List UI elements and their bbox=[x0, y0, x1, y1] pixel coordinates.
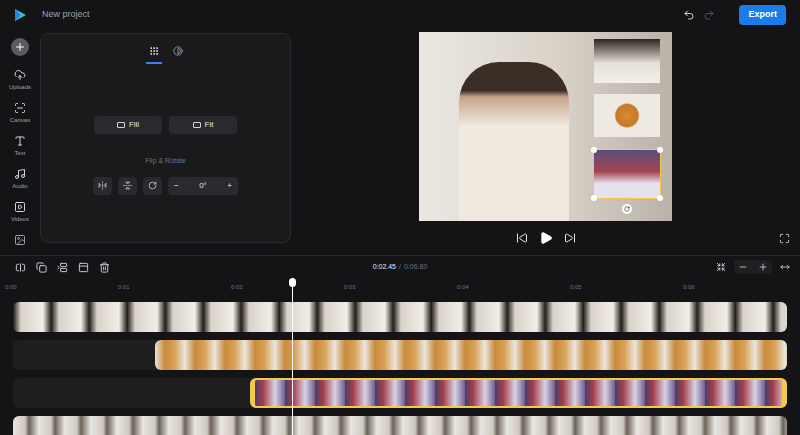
rotation-value[interactable]: 0° bbox=[199, 180, 207, 192]
frame-icon bbox=[117, 122, 125, 128]
playback-controls bbox=[291, 229, 800, 247]
main-video-frame bbox=[459, 62, 569, 221]
frame-icon bbox=[193, 122, 201, 128]
timeline: 0:02.45/0:06.80 0:000:010:020:030:040:050… bbox=[0, 255, 800, 435]
time-display: 0:02.45/0:06.80 bbox=[373, 262, 428, 273]
undo-icon[interactable] bbox=[683, 9, 695, 21]
image-icon[interactable] bbox=[14, 234, 26, 246]
upload-icon bbox=[14, 69, 26, 81]
track-row bbox=[13, 302, 787, 332]
fit-timeline-icon[interactable] bbox=[716, 262, 726, 272]
detach-icon[interactable] bbox=[78, 262, 89, 273]
video-editor: New project Export Uploads Canvas Text Audio V… bbox=[0, 0, 800, 435]
flip-vertical-button[interactable] bbox=[118, 177, 137, 195]
resize-handle[interactable] bbox=[657, 195, 663, 201]
zoom-controls bbox=[734, 260, 772, 274]
panel-tabs bbox=[146, 34, 186, 64]
track-list bbox=[0, 302, 800, 435]
preview-area bbox=[291, 30, 800, 255]
flip-horizontal-icon bbox=[98, 181, 107, 190]
playhead[interactable] bbox=[292, 278, 293, 435]
grid-icon bbox=[149, 46, 159, 56]
rotate-increase[interactable]: + bbox=[227, 180, 232, 192]
project-title[interactable]: New project bbox=[42, 8, 90, 22]
fit-button[interactable]: Fit bbox=[169, 116, 237, 134]
preview-canvas[interactable] bbox=[419, 32, 672, 221]
properties-panel: Fill Fit Flip & Rotate − 0° + bbox=[40, 33, 291, 243]
rotate-decrease[interactable]: − bbox=[174, 180, 179, 192]
zoom-out-icon[interactable] bbox=[738, 262, 748, 272]
timeline-toolbar: 0:02.45/0:06.80 bbox=[0, 256, 800, 278]
contrast-icon bbox=[173, 46, 183, 56]
playhead-knob[interactable] bbox=[289, 278, 296, 287]
plus-icon bbox=[14, 41, 26, 53]
panel-tab[interactable] bbox=[146, 40, 162, 64]
resize-handle[interactable] bbox=[657, 147, 663, 153]
workspace: Uploads Canvas Text Audio Videos Fill Fit Flip … bbox=[0, 30, 800, 255]
panel-tab[interactable] bbox=[170, 40, 186, 64]
sidebar-item[interactable]: Canvas bbox=[10, 102, 30, 126]
resize-handle[interactable] bbox=[591, 195, 597, 201]
time-ruler: 0:000:010:020:030:040:050:06 bbox=[0, 278, 800, 296]
text-icon bbox=[14, 135, 26, 147]
add-button[interactable] bbox=[11, 38, 29, 56]
track-row bbox=[13, 416, 787, 435]
audio-icon bbox=[14, 168, 26, 180]
zoom-in-icon[interactable] bbox=[758, 262, 768, 272]
split-icon[interactable] bbox=[15, 262, 26, 273]
sidebar-item[interactable]: Text bbox=[14, 135, 26, 159]
sidebar-item[interactable]: Audio bbox=[12, 168, 27, 192]
rotate-icon bbox=[624, 206, 630, 212]
flip-rotate-controls: − 0° + bbox=[93, 177, 238, 195]
timeline-body: 0:000:010:020:030:040:050:06 bbox=[0, 278, 800, 435]
flip-horizontal-button[interactable] bbox=[93, 177, 112, 195]
rotation-field[interactable]: − 0° + bbox=[168, 177, 238, 195]
sidebar: Uploads Canvas Text Audio Videos bbox=[0, 30, 40, 255]
expand-icon[interactable] bbox=[780, 262, 790, 272]
canvas-icon bbox=[14, 102, 26, 114]
section-label: Flip & Rotate bbox=[145, 156, 185, 167]
skip-back-icon[interactable] bbox=[516, 232, 528, 244]
track-row bbox=[13, 378, 787, 408]
export-button[interactable]: Export bbox=[739, 5, 786, 25]
redo-icon[interactable] bbox=[703, 9, 715, 21]
resize-handle[interactable] bbox=[591, 147, 597, 153]
track-clip[interactable] bbox=[13, 416, 787, 435]
rotate-handle[interactable] bbox=[622, 204, 632, 214]
flip-vertical-icon bbox=[123, 181, 132, 190]
top-bar: New project Export bbox=[0, 0, 800, 30]
track-row bbox=[13, 340, 787, 370]
rotate-icon bbox=[148, 181, 157, 190]
sidebar-item[interactable]: Uploads bbox=[9, 69, 31, 93]
duplicate-icon[interactable] bbox=[36, 262, 47, 273]
play-icon[interactable] bbox=[539, 231, 553, 245]
track-clip[interactable] bbox=[13, 302, 787, 332]
rotate-button[interactable] bbox=[143, 177, 162, 195]
track-clip[interactable] bbox=[250, 378, 787, 408]
insert-icon[interactable] bbox=[57, 262, 68, 273]
fullscreen-icon[interactable] bbox=[779, 233, 790, 244]
sidebar-item[interactable]: Videos bbox=[11, 201, 29, 225]
track-clip[interactable] bbox=[155, 340, 787, 370]
delete-icon[interactable] bbox=[99, 262, 110, 273]
videos-icon bbox=[14, 201, 26, 213]
skip-forward-icon[interactable] bbox=[564, 232, 576, 244]
fit-button[interactable]: Fill bbox=[94, 116, 162, 134]
overlay-clip[interactable] bbox=[594, 94, 660, 137]
overlay-clip[interactable] bbox=[594, 150, 660, 198]
overlay-clip[interactable] bbox=[594, 39, 660, 83]
fit-buttons: Fill Fit bbox=[94, 116, 237, 134]
logo-icon[interactable] bbox=[12, 7, 28, 23]
